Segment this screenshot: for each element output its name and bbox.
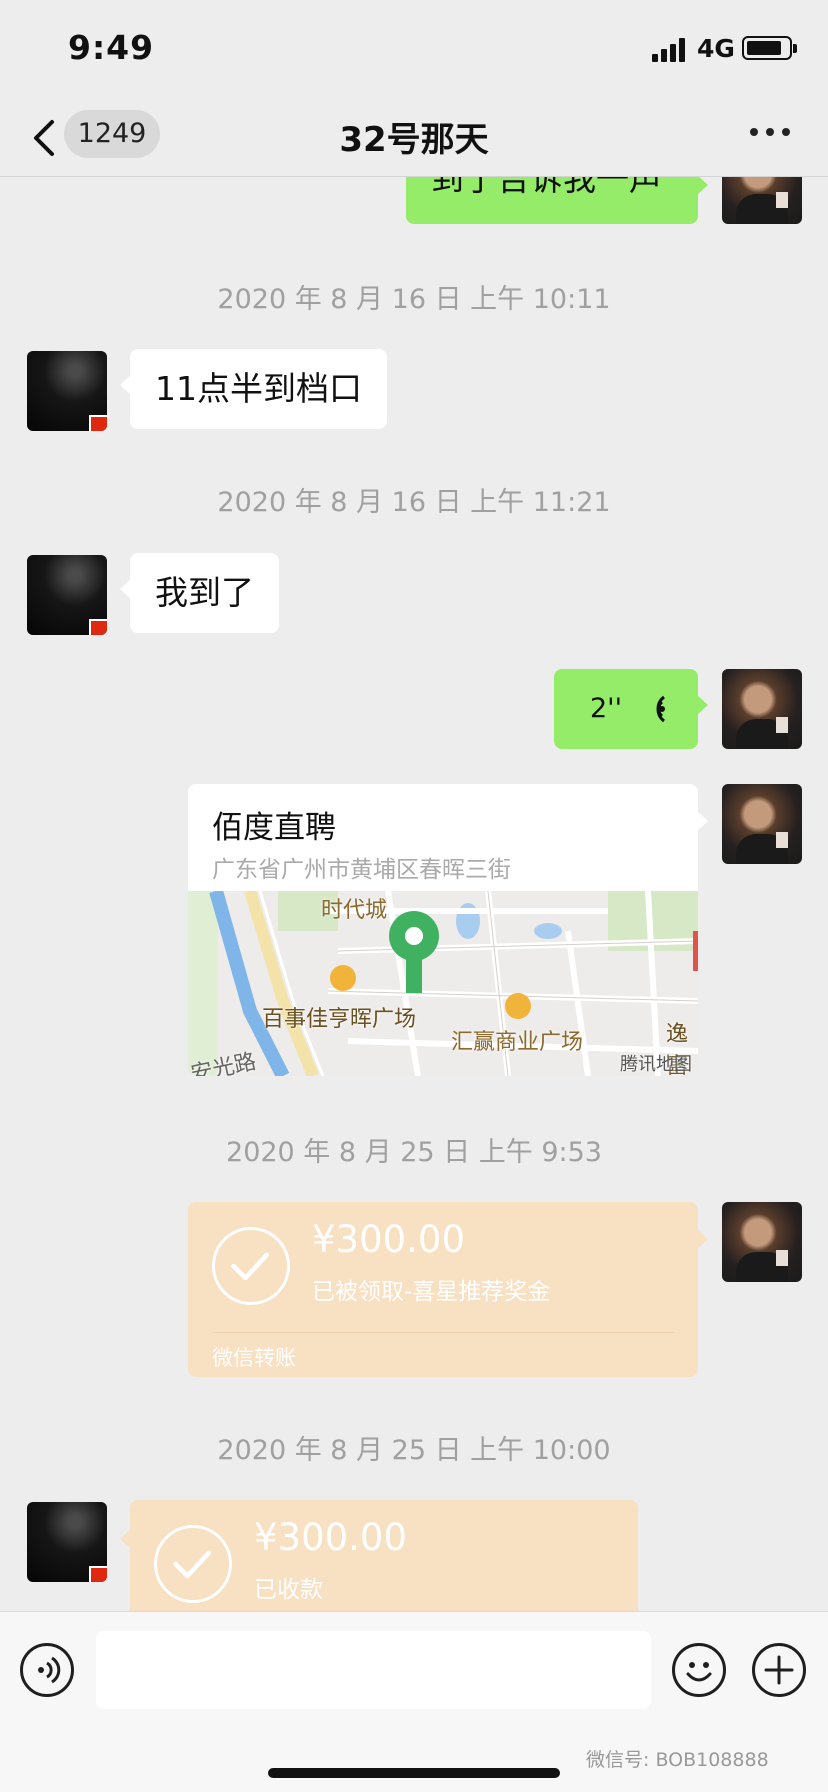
timestamp: 2020 年 8 月 16 日 上午 11:21 [217,487,611,518]
status-bar: 9:49 4G [0,0,828,100]
avatar-self[interactable] [722,669,802,749]
home-indicator [268,1768,560,1778]
message-text: 11点半到档口 [155,369,362,408]
emoji-icon[interactable] [672,1643,726,1697]
input-bar: 微信号: BOB108888 [0,1611,828,1792]
voice-icon[interactable] [20,1643,74,1697]
voice-message-bubble[interactable]: 2'' [554,669,708,749]
map-label: 汇赢商业广场 [451,1030,584,1055]
transfer-amount: ¥300.00 [312,1218,466,1261]
message-bubble-self[interactable]: 到了告诉我一声 [406,177,708,224]
check-circle-icon [154,1525,232,1603]
chat-header: 1249 32号那天 [0,100,828,177]
check-circle-icon [212,1227,290,1305]
message-text: 到了告诉我一声 [431,177,662,198]
avatar-contact[interactable] [27,351,107,431]
transfer-card-contact[interactable]: ¥300.00 已收款 [130,1500,638,1611]
transfer-status: 已被领取-喜星推荐奖金 [312,1279,551,1305]
location-name: 佰度直聘 [212,810,336,846]
transfer-card-self[interactable]: ¥300.00 已被领取-喜星推荐奖金 微信转账 [188,1202,698,1377]
flag-badge [89,619,107,635]
avatar-self[interactable] [722,1202,802,1282]
timestamp: 2020 年 8 月 25 日 上午 9:53 [226,1137,602,1168]
transfer-amount: ¥300.00 [254,1516,408,1559]
map-label: 百事佳亨晖广场 [262,1007,417,1032]
voice-duration: 2'' [590,693,623,724]
transfer-footer: 微信转账 [212,1346,296,1370]
chat-title: 32号那天 [339,120,489,160]
flag-badge [89,415,107,431]
map-label: 时代城 [321,898,388,923]
avatar-contact[interactable] [27,555,107,635]
avatar-self[interactable] [722,784,802,864]
watermark: 微信号: BOB108888 [586,1749,769,1771]
more-icon[interactable] [750,128,790,138]
message-input[interactable] [96,1631,651,1709]
plus-icon[interactable] [752,1643,806,1697]
avatar-self[interactable] [722,177,802,224]
avatar-contact[interactable] [27,1502,107,1582]
map-provider-logo: 腾讯地图 [620,1054,692,1075]
bubble-tail [697,1229,708,1249]
network-type: 4G [697,34,735,63]
location-card[interactable]: 佰度直聘 广东省广州市黄埔区春晖三街 时代城 百事佳亨晖广场 汇赢商业广场 安光… [188,784,698,1076]
timestamp: 2020 年 8 月 25 日 上午 10:00 [217,1435,611,1466]
message-bubble-contact[interactable]: 我到了 [120,553,279,633]
voice-wave-icon [656,695,665,723]
signal-icon [652,38,686,62]
bubble-tail [697,811,708,831]
battery-icon [742,36,797,60]
message-bubble-contact[interactable]: 11点半到档口 [120,349,387,429]
message-list[interactable]: 到了告诉我一声 2020 年 8 月 16 日 上午 10:11 11点半到档口… [0,177,828,1611]
transfer-status: 已收款 [254,1577,323,1603]
map-graphic [188,891,698,1076]
status-time: 9:49 [68,28,155,67]
flag-badge [89,1566,107,1582]
divider [212,1332,674,1333]
location-address: 广东省广州市黄埔区春晖三街 [212,857,511,883]
map-preview[interactable]: 时代城 百事佳亨晖广场 汇赢商业广场 安光路 逸富 腾讯地图 [188,891,698,1076]
message-text: 我到了 [155,573,254,612]
timestamp: 2020 年 8 月 16 日 上午 10:11 [217,284,611,315]
